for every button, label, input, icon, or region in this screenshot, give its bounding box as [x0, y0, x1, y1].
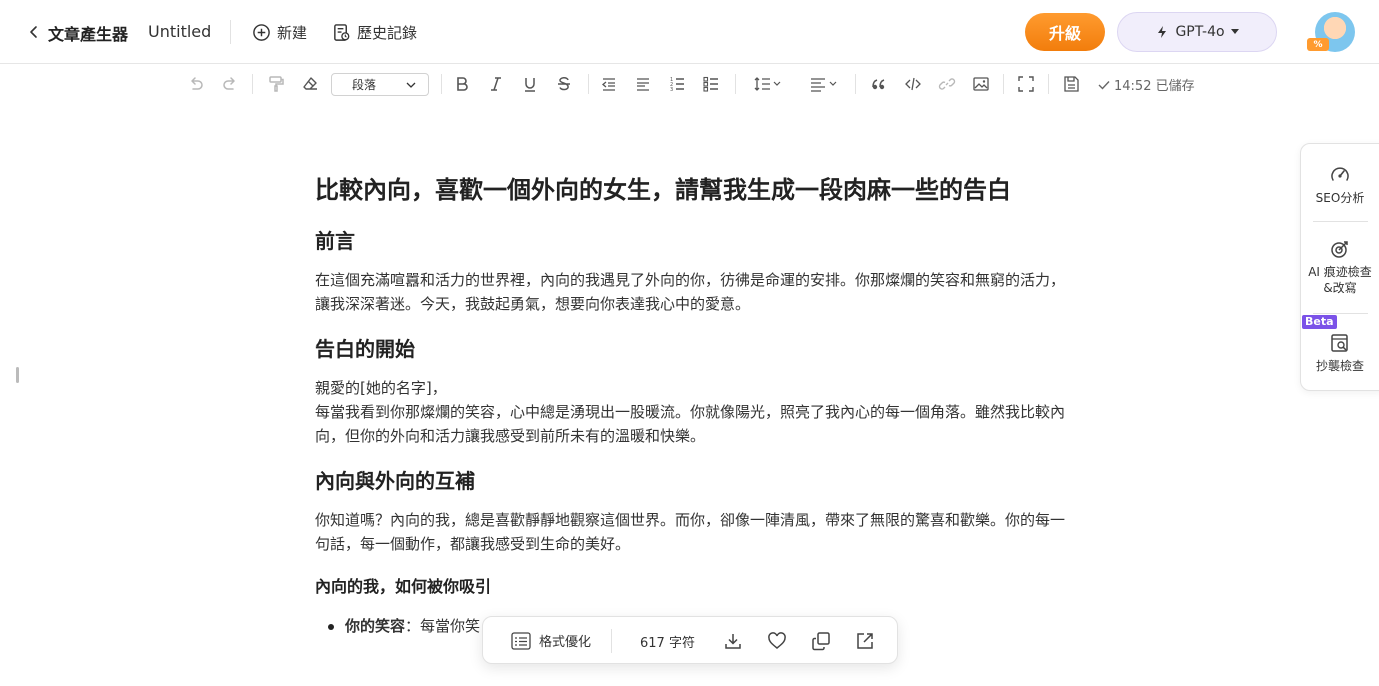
format-optimize-button[interactable]: 格式優化 [511, 631, 591, 650]
tools-side-panel: SEO分析 AI 痕迹檢查 &改寫 抄襲檢查 [1300, 143, 1379, 391]
model-selector[interactable]: GPT-4o [1117, 12, 1277, 52]
ai-detection-label-2: &改寫 [1323, 281, 1357, 295]
plagiarism-check-button[interactable]: 抄襲檢查 [1301, 332, 1379, 374]
link-icon[interactable] [935, 72, 959, 96]
paragraph-line: 句話，每一個動作，都讓我感受到生命的美好。 [315, 535, 631, 553]
plus-circle-icon [253, 23, 270, 41]
toolbar-divider [855, 74, 856, 94]
lightning-icon [1158, 26, 1167, 38]
bottom-action-bar: 格式優化 617 字符 [482, 616, 898, 664]
seo-analysis-button[interactable]: SEO分析 [1301, 164, 1379, 206]
document-editor[interactable]: 比較內向，喜歡一個外向的女生，請幫我生成一段肉麻一些的告白 前言 在這個充滿喧囂… [315, 170, 1117, 638]
toolbar-divider [735, 74, 736, 94]
document-search-icon [1331, 334, 1348, 352]
paragraph-line: 向，但你的外向和活力讓我感受到前所未有的溫暖和快樂。 [315, 427, 706, 445]
section-body: 在這個充滿喧囂和活力的世界裡，內向的我遇見了外向的你，彷彿是命運的安排。你那燦爛… [315, 268, 1117, 316]
copy-icon[interactable] [809, 629, 833, 653]
resize-handle[interactable] [16, 367, 19, 383]
paragraph-line: 你知道嗎？內向的我，總是喜歡靜靜地觀察這個世界。而你，卻像一陣清風，帶來了無限的… [315, 511, 1066, 529]
image-icon[interactable] [969, 72, 993, 96]
section-body: 親愛的[她的名字]， 每當我看到你那燦爛的笑容，心中總是湧現出一股暖流。你就像陽… [315, 376, 1117, 448]
caret-down-icon [1230, 29, 1239, 34]
character-count: 617 字符 [640, 636, 695, 651]
side-divider [1313, 221, 1368, 222]
fullscreen-icon[interactable] [1014, 72, 1038, 96]
paragraph-line: 親愛的[她的名字]， [315, 379, 447, 397]
toolbar-divider [1048, 74, 1049, 94]
code-icon[interactable] [901, 72, 925, 96]
redo-icon[interactable] [218, 72, 242, 96]
save-icon[interactable] [1059, 72, 1083, 96]
upgrade-button[interactable]: 升級 [1025, 13, 1105, 51]
discount-badge: % [1307, 38, 1329, 51]
ai-detection-label: AI 痕迹檢查 [1308, 265, 1372, 279]
ordered-list-icon[interactable]: 123 [665, 72, 689, 96]
back-arrow-icon[interactable] [24, 20, 44, 44]
target-check-icon [1331, 241, 1348, 258]
section-heading: 告白的開始 [315, 337, 415, 361]
download-icon[interactable] [721, 629, 745, 653]
line-height-icon[interactable] [750, 72, 786, 96]
list-item-bold: 你的笑容 [345, 617, 406, 635]
indent-icon[interactable] [631, 72, 655, 96]
gauge-icon [1331, 167, 1349, 181]
history-document-icon [334, 23, 350, 41]
section-body: 你知道嗎？內向的我，總是喜歡靜靜地觀察這個世界。而你，卻像一陣清風，帶來了無限的… [315, 508, 1117, 556]
format-painter-icon[interactable] [264, 72, 288, 96]
document-heading: 比較內向，喜歡一個外向的女生，請幫我生成一段肉麻一些的告白 [315, 176, 1011, 204]
top-header: 文章產生器 Untitled 新建 歷史記錄 升級 GPT-4o % [0, 0, 1379, 64]
model-label: GPT-4o [1175, 24, 1225, 40]
paragraph-line: 每當我看到你那燦爛的笑容，心中總是湧現出一股暖流。你就像陽光，照亮了我內心的每一… [315, 403, 1066, 421]
heart-icon[interactable] [765, 629, 789, 653]
underline-icon[interactable] [518, 72, 542, 96]
share-external-icon[interactable] [853, 629, 877, 653]
outdent-icon[interactable] [597, 72, 621, 96]
checkmark-icon [1098, 80, 1110, 90]
paragraph-line: 在這個充滿喧囂和活力的世界裡，內向的我遇見了外向的你，彷彿是命運的安排。你那燦爛… [315, 271, 1066, 289]
paragraph-style-select[interactable]: 段落 [331, 73, 429, 96]
beta-badge: Beta [1302, 315, 1337, 329]
toolbar-divider [252, 74, 253, 94]
toolbar-divider [1003, 74, 1004, 94]
history-label: 歷史記錄 [357, 23, 418, 42]
new-document-label: 新建 [277, 23, 308, 42]
format-optimize-label: 格式優化 [539, 635, 592, 650]
side-divider [1313, 313, 1368, 314]
header-divider [230, 20, 231, 44]
paragraph-line: 讓我深深著迷。今天，我鼓起勇氣，想要向你表達我心中的愛意。 [315, 295, 751, 313]
app-title: 文章產生器 [48, 25, 129, 44]
chevron-down-icon [406, 82, 416, 88]
format-list-icon [511, 631, 531, 650]
section-heading: 內向與外向的互補 [315, 469, 475, 493]
bold-icon[interactable] [450, 72, 474, 96]
svg-text:3: 3 [670, 87, 673, 93]
new-document-button[interactable]: 新建 [252, 20, 307, 44]
eraser-icon[interactable] [298, 72, 322, 96]
italic-icon[interactable] [484, 72, 508, 96]
seo-analysis-label: SEO分析 [1315, 191, 1365, 205]
document-title[interactable]: Untitled [148, 22, 211, 41]
undo-icon[interactable] [184, 72, 208, 96]
list-item-text: ：每當你笑 [405, 617, 481, 635]
save-status: 14:52 已儲存 [1098, 75, 1195, 94]
sub-heading: 內向的我，如何被你吸引 [315, 577, 492, 596]
text-align-icon[interactable] [806, 72, 842, 96]
strikethrough-icon[interactable] [552, 72, 576, 96]
plagiarism-check-label: 抄襲檢查 [1315, 359, 1364, 373]
ai-detection-button[interactable]: AI 痕迹檢查 &改寫 [1301, 238, 1379, 296]
toolbar-divider [588, 74, 589, 94]
paragraph-style-value: 段落 [352, 78, 377, 92]
save-status-text: 14:52 已儲存 [1114, 79, 1195, 94]
editor-toolbar: 段落 123 14:52 已儲存 [0, 64, 1379, 104]
toolbar-divider [441, 74, 442, 94]
task-list-icon[interactable] [699, 72, 723, 96]
history-button[interactable]: 歷史記錄 [332, 20, 417, 44]
bottom-bar-divider [611, 629, 612, 653]
section-heading: 前言 [315, 229, 355, 253]
quote-icon[interactable] [867, 72, 891, 96]
